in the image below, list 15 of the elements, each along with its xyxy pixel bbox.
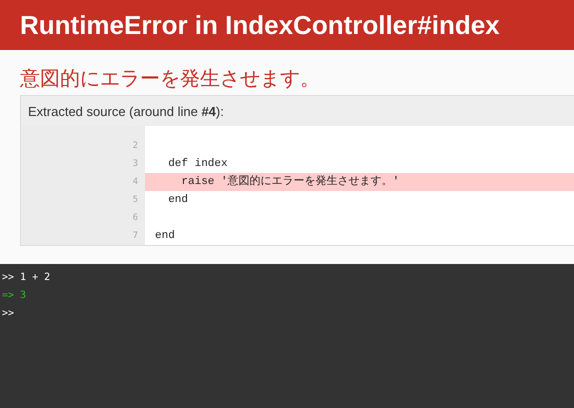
command-text: >> <box>1 307 16 321</box>
code-line: def index <box>167 157 229 172</box>
line-number: 7 <box>132 230 139 243</box>
error-message: 意図的にエラーを発生させます。 <box>19 65 321 92</box>
command-text: >> 1 + 2 <box>1 271 52 285</box>
error-title: RuntimeError in IndexController#index <box>20 10 500 40</box>
code-line: end <box>154 229 176 244</box>
line-number: 6 <box>132 212 139 225</box>
source-heading: Extracted source (around line #4): <box>27 103 225 121</box>
result-text: => 3 <box>1 289 28 303</box>
line-number: 5 <box>132 194 139 207</box>
line-number: 2 <box>132 140 139 153</box>
line-number: 3 <box>132 158 139 171</box>
code-line: end <box>167 193 190 208</box>
line-number: 4 <box>132 176 139 189</box>
